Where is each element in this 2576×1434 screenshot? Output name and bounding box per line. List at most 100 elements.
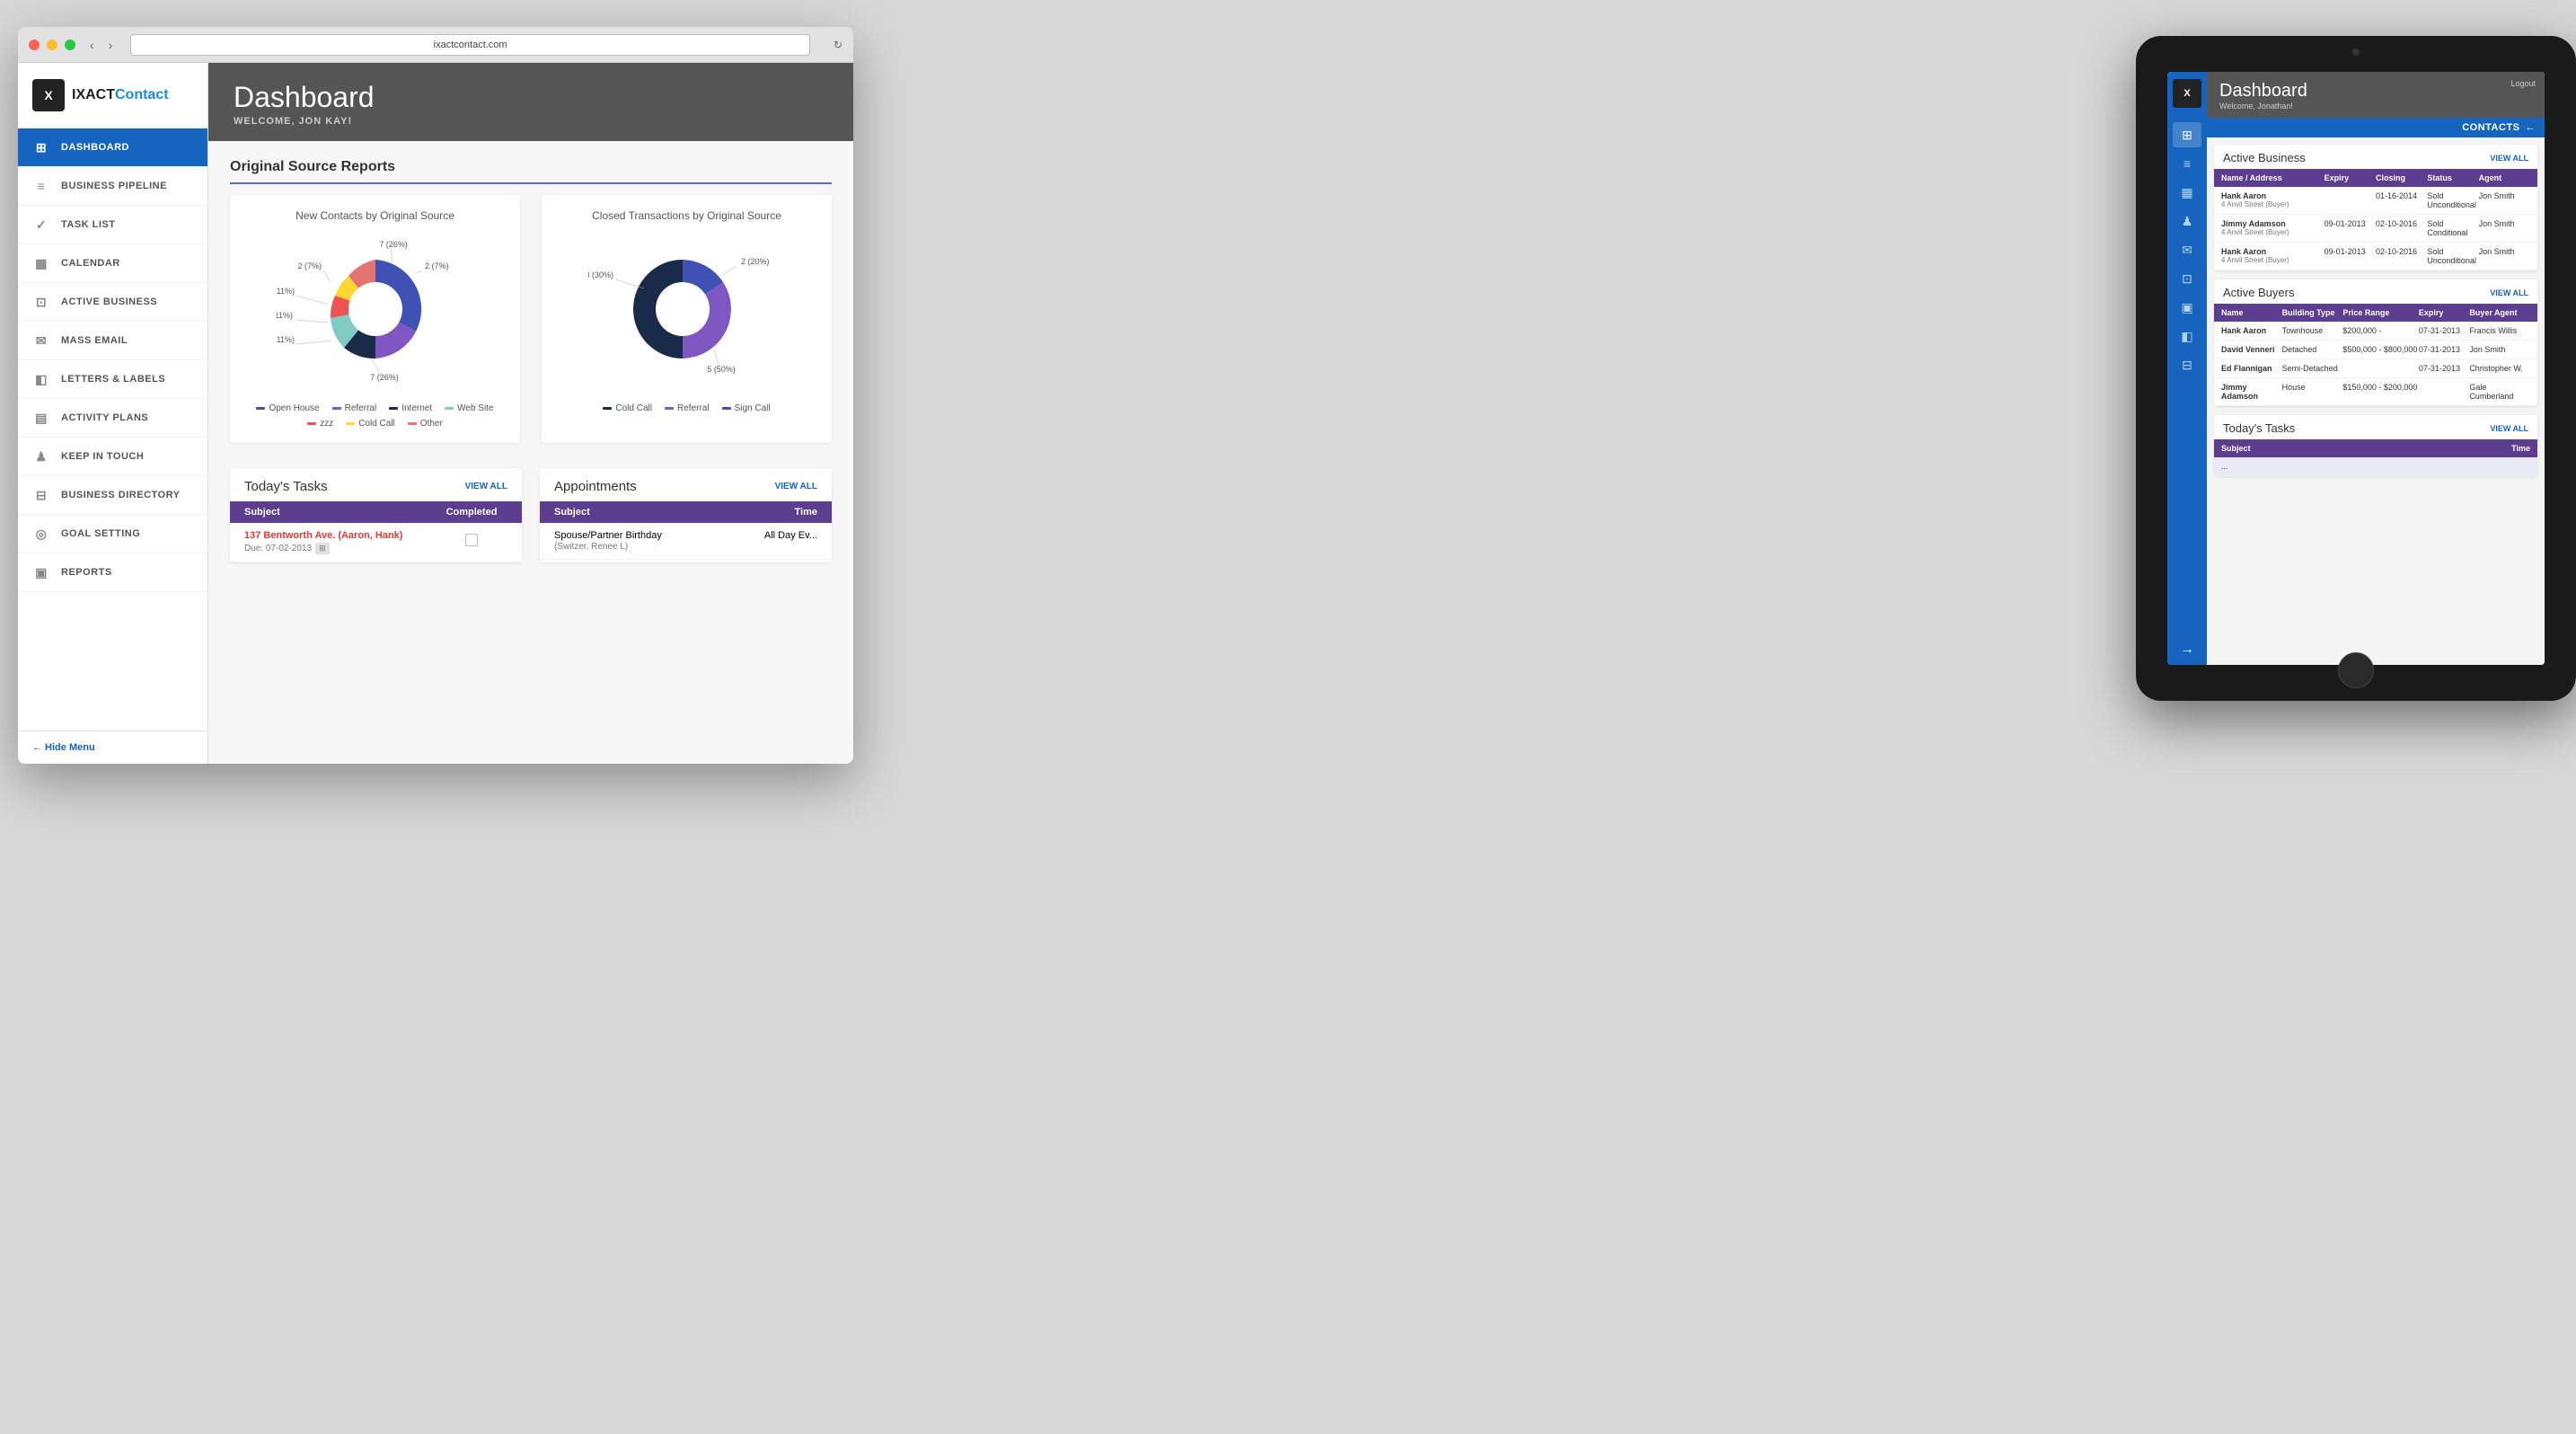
- tablet-active-business-row: Hank Aaron 4 Anvil Street (Buyer) 09-01-…: [2214, 243, 2537, 270]
- tablet-buyer-row: Ed Flannigan Semi-Detached 07-31-2013 Ch…: [2214, 359, 2537, 378]
- tablet-nav-reports[interactable]: ▣: [2173, 295, 2201, 320]
- appt-col-subject: Subject: [554, 507, 745, 518]
- browser-address-bar[interactable]: ixactcontact.com: [130, 34, 810, 56]
- mass-email-icon: ✉: [32, 332, 50, 350]
- tablet-nav-arrow[interactable]: →: [2180, 642, 2194, 658]
- svg-text:3 (30%): 3 (30%): [588, 270, 613, 279]
- tablet-task-row: ...: [2214, 457, 2537, 476]
- browser-back-button[interactable]: ‹: [90, 38, 94, 52]
- legend-zzz: zzz: [307, 419, 333, 429]
- legend-cold-call: Cold Call: [346, 419, 395, 429]
- appointments-header-row: Appointments VIEW ALL: [540, 468, 832, 501]
- task-checkbox-cell[interactable]: [436, 530, 507, 546]
- tablet-nav-business[interactable]: ⊡: [2173, 266, 2201, 291]
- appointment-person: (Switzer, Renee L): [554, 542, 628, 552]
- main-content: Dashboard WELCOME, JON KAY! Original Sou…: [208, 63, 853, 764]
- chart2-svg-container: 2 (20%) 3 (30%) 5 (50%): [556, 233, 817, 394]
- tablet-body: X ⊞ ≡ ▦ ♟ ✉ ⊡ ▣ ◧ ⊟ → Logout Dashboar: [2136, 36, 2576, 701]
- tablet-tasks-table-head: Subject Time: [2214, 439, 2537, 457]
- tasks-col-completed: Completed: [436, 507, 507, 518]
- browser-close-dot[interactable]: [29, 40, 40, 50]
- tasks-view-all-link[interactable]: VIEW ALL: [465, 482, 507, 491]
- tablet-nav-pipeline[interactable]: ≡: [2173, 151, 2201, 176]
- tablet-active-buyers-header: Active Buyers VIEW ALL: [2214, 279, 2537, 304]
- sidebar-item-mass-email[interactable]: ✉ MASS EMAIL: [18, 322, 207, 360]
- svg-text:2 (7%): 2 (7%): [297, 261, 322, 270]
- appointments-panel-title: Appointments: [554, 479, 637, 494]
- page-title: Dashboard: [234, 81, 828, 114]
- tablet-tasks-view-all[interactable]: VIEW ALL: [2490, 424, 2528, 433]
- tablet-active-buyers-section: Active Buyers VIEW ALL Name Building Typ…: [2214, 279, 2537, 406]
- tablet-nav-contacts[interactable]: ♟: [2173, 208, 2201, 234]
- main-body: Original Source Reports New Contacts by …: [208, 141, 853, 764]
- appt-col-time: Time: [745, 507, 817, 518]
- chart1-legend: Open House Referral Internet: [244, 403, 506, 429]
- appointments-panel: Appointments VIEW ALL Subject Time Spous…: [540, 468, 832, 562]
- tablet-home-button[interactable]: [2338, 652, 2374, 688]
- sidebar-item-reports[interactable]: ▣ REPORTS: [18, 553, 207, 592]
- tablet-header: Logout Dashboard Welcome, Jonathan!: [2207, 72, 2545, 118]
- letters-labels-icon: ◧: [32, 370, 50, 388]
- hide-menu-button[interactable]: ← Hide Menu: [18, 730, 207, 764]
- svg-text:7 (26%): 7 (26%): [379, 240, 408, 249]
- tablet-logo: X: [2173, 79, 2201, 108]
- tablet-active-business-view-all[interactable]: VIEW ALL: [2490, 154, 2528, 163]
- tablet-nav-email[interactable]: ✉: [2173, 237, 2201, 262]
- task-checkbox[interactable]: [465, 534, 478, 546]
- sidebar-item-calendar[interactable]: ▦ CALENDAR: [18, 244, 207, 283]
- legend-website: Web Site: [445, 403, 493, 413]
- sidebar-item-dashboard[interactable]: ⊞ DASHBOARD: [18, 128, 207, 167]
- reports-icon: ▣: [32, 563, 50, 581]
- legend2-sign-call: Sign Call: [722, 403, 771, 413]
- sidebar-item-keep-in-touch[interactable]: ♟ KEEP IN TOUCH: [18, 438, 207, 476]
- chart-new-contacts: New Contacts by Original Source 7 (26%) …: [230, 195, 520, 443]
- tablet-nav-dashboard[interactable]: ⊞: [2173, 122, 2201, 147]
- task-list-icon: ✓: [32, 216, 50, 234]
- browser-url: ixactcontact.com: [434, 40, 507, 50]
- tablet-main: Logout Dashboard Welcome, Jonathan! CONT…: [2207, 72, 2545, 665]
- tablet-active-buyers-title: Active Buyers: [2223, 286, 2294, 299]
- tablet-active-business-title: Active Business: [2223, 151, 2306, 164]
- chart2-title: Closed Transactions by Original Source: [556, 209, 817, 222]
- appointments-view-all-link[interactable]: VIEW ALL: [775, 482, 817, 491]
- chart1-svg-container: 7 (26%) 2 (7%) 2 (7%) 3 (11%) 3 (11%) 3 …: [244, 233, 506, 394]
- browser-refresh-icon[interactable]: ↻: [834, 39, 842, 51]
- charts-row: New Contacts by Original Source 7 (26%) …: [230, 195, 832, 443]
- appointment-name: Spouse/Partner Birthday: [554, 530, 662, 541]
- business-pipeline-icon: ≡: [32, 177, 50, 195]
- sidebar-item-task-list[interactable]: ✓ TASK LIST: [18, 206, 207, 244]
- svg-text:7 (26%): 7 (26%): [370, 373, 399, 382]
- tablet-active-business-row: Jimmy Adamson 4 Anvil Street (Buyer) 09-…: [2214, 215, 2537, 243]
- chart2-svg: 2 (20%) 3 (30%) 5 (50%): [588, 233, 786, 394]
- sidebar: X IXACTContact ⊞ DASHBOARD ≡ BUSINESS PI…: [18, 63, 208, 764]
- sidebar-item-activity-plans[interactable]: ▤ ACTIVITY PLANS: [18, 399, 207, 438]
- tablet-contacts-bar[interactable]: CONTACTS ←: [2207, 118, 2545, 137]
- sidebar-item-goal-setting[interactable]: ◎ GOAL SETTING: [18, 515, 207, 553]
- tablet-nav-calendar[interactable]: ▦: [2173, 180, 2201, 205]
- tablet-scroll-area[interactable]: Active Business VIEW ALL Name / Address …: [2207, 137, 2545, 665]
- sidebar-item-business-directory[interactable]: ⊟ BUSINESS DIRECTORY: [18, 476, 207, 515]
- tasks-header-row: Today's Tasks VIEW ALL: [230, 468, 522, 501]
- svg-text:5 (50%): 5 (50%): [707, 365, 736, 374]
- sidebar-item-letters-labels[interactable]: ◧ LETTERS & LABELS: [18, 360, 207, 399]
- tasks-panel: Today's Tasks VIEW ALL Subject Completed…: [230, 468, 522, 562]
- appointments-table-header: Subject Time: [540, 501, 832, 523]
- svg-text:2 (20%): 2 (20%): [741, 257, 770, 266]
- goal-setting-icon: ◎: [32, 525, 50, 543]
- task-due-badge: ⊞: [315, 543, 330, 554]
- tablet-logout-button[interactable]: Logout: [2510, 79, 2536, 88]
- tablet-nav-dir[interactable]: ⊟: [2173, 352, 2201, 377]
- browser-maximize-dot[interactable]: [65, 40, 75, 50]
- chart2-legend: Cold Call Referral Sign Call: [556, 403, 817, 413]
- tablet-nav-doc[interactable]: ◧: [2173, 323, 2201, 349]
- tablet-active-business-header: Active Business VIEW ALL: [2214, 145, 2537, 169]
- sidebar-item-business-pipeline[interactable]: ≡ BUSINESS PIPELINE: [18, 167, 207, 206]
- bottom-row: Today's Tasks VIEW ALL Subject Completed…: [230, 468, 832, 562]
- task-name-link[interactable]: 137 Bentworth Ave. (Aaron, Hank): [244, 530, 402, 541]
- browser-minimize-dot[interactable]: [47, 40, 57, 50]
- app-container: X IXACTContact ⊞ DASHBOARD ≡ BUSINESS PI…: [18, 63, 853, 764]
- sidebar-item-active-business[interactable]: ⊡ ACTIVE BUSINESS: [18, 283, 207, 322]
- tablet-active-buyers-view-all[interactable]: VIEW ALL: [2490, 288, 2528, 297]
- tablet-camera: [2352, 49, 2360, 56]
- browser-forward-button[interactable]: ›: [109, 38, 113, 52]
